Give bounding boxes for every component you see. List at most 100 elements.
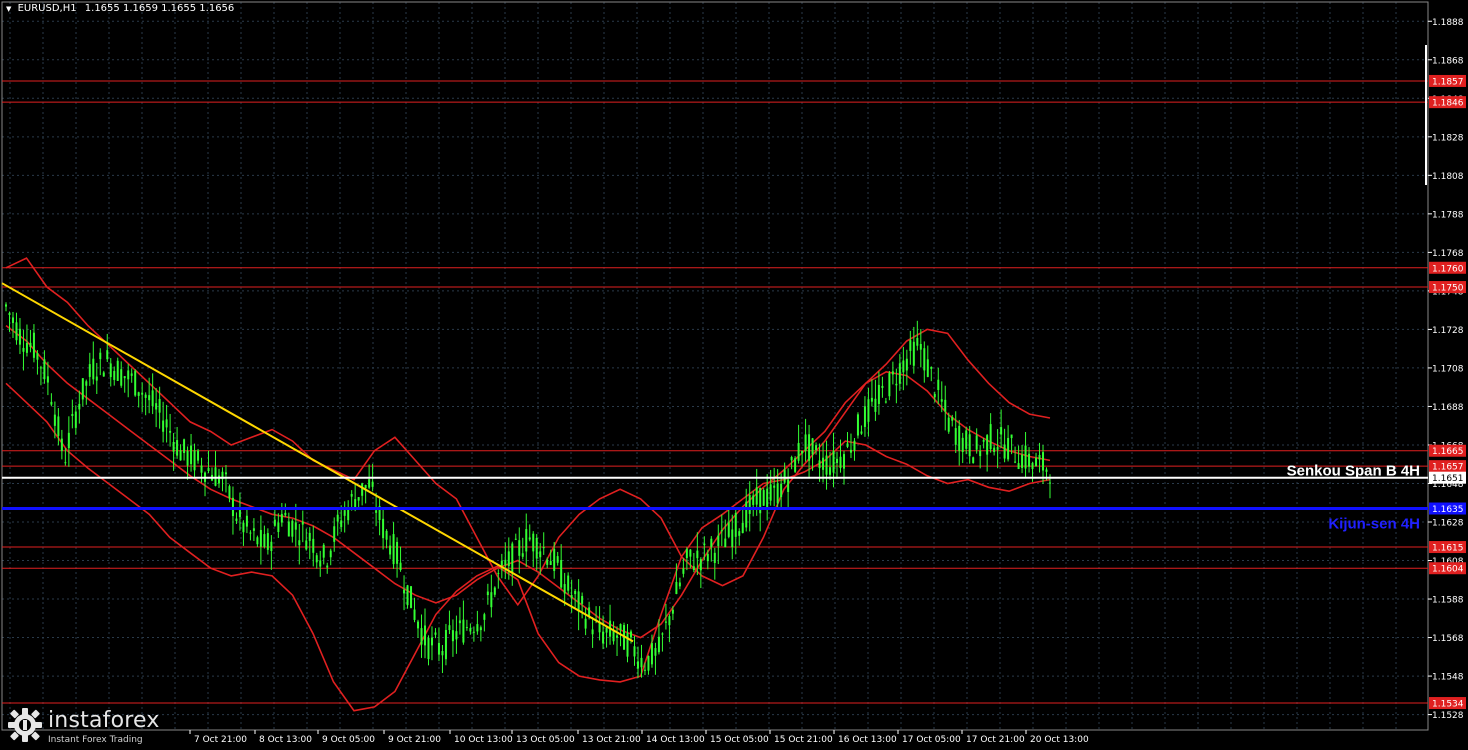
candle-body: [881, 385, 884, 388]
candle-body: [699, 559, 702, 571]
candle-body: [50, 401, 53, 405]
candle-body: [832, 450, 835, 473]
candle-body: [312, 538, 315, 553]
candle-body: [842, 454, 845, 469]
candle-body: [867, 399, 870, 422]
candle-body: [266, 533, 269, 550]
candle-body: [801, 450, 804, 454]
chart-grid: [1, 1, 1429, 731]
candle-body: [874, 398, 877, 412]
time-tick-label: 8 Oct 13:00: [259, 735, 312, 745]
candle-body: [909, 340, 912, 351]
candle-body: [570, 595, 573, 599]
candle-body: [919, 343, 922, 350]
candle-body: [713, 552, 716, 564]
candle-body: [403, 589, 406, 594]
candle-body: [444, 629, 447, 660]
candle-body: [965, 430, 968, 449]
candle-body: [490, 592, 493, 608]
time-tick-label: 9 Oct 21:00: [388, 735, 441, 745]
symbol-label: EURUSD,H1: [17, 3, 77, 14]
candle-body: [1000, 427, 1003, 435]
candle-body: [636, 661, 639, 669]
time-tick-label: 15 Oct 05:00: [710, 735, 769, 745]
candle-body: [811, 438, 814, 455]
candle-body: [176, 440, 179, 456]
candle-body: [633, 646, 636, 657]
candle-body: [88, 364, 91, 377]
candle-body: [280, 513, 283, 523]
candle-body: [972, 457, 975, 464]
candle-body: [263, 534, 266, 547]
candle-body: [933, 394, 936, 398]
time-tick-label: 13 Oct 21:00: [582, 735, 641, 745]
candle-body: [472, 631, 475, 633]
candle-body: [947, 417, 950, 432]
candle-body: [434, 632, 437, 635]
candle-body: [958, 425, 961, 451]
candle-body: [825, 455, 828, 475]
candle-body: [169, 430, 172, 433]
candle-body: [535, 537, 538, 559]
candle-body: [148, 395, 151, 401]
candle-body: [151, 390, 154, 407]
candle-body: [1038, 454, 1041, 460]
price-levels: [2, 80, 1428, 704]
candle-body: [340, 520, 343, 527]
candle-body: [95, 376, 98, 381]
candle-body: [664, 621, 667, 623]
candle-body: [979, 450, 982, 457]
gear-icon: [8, 708, 42, 742]
candle-body: [64, 462, 67, 464]
candle-body: [1003, 444, 1006, 459]
candle-body: [284, 512, 287, 516]
candle-body: [322, 544, 325, 558]
candle-body: [183, 439, 186, 454]
level-label: 1.1857: [1432, 77, 1464, 87]
candle-body: [982, 440, 985, 442]
candle-body: [231, 497, 234, 517]
candle-body: [277, 522, 280, 532]
triangle-down-icon[interactable]: ▼: [6, 5, 11, 13]
candle-body: [357, 497, 360, 501]
candle-body: [528, 537, 531, 540]
candle-body: [493, 587, 496, 595]
candle-body: [818, 460, 821, 469]
candle-body: [692, 566, 695, 571]
price-chart[interactable]: Senkou Span B 4H Kijun-sen 4H 1.1888 1.186…: [0, 0, 1468, 750]
price-tick-label: 1.1728: [1432, 326, 1464, 336]
time-axis[interactable]: 7 Oct 21:00 8 Oct 13:00 9 Oct 05:00 9 Oct 2…: [189, 730, 1089, 745]
level-label: 1.1750: [1432, 284, 1464, 294]
candle-body: [217, 475, 220, 484]
candle-body: [165, 419, 168, 428]
candle-body: [678, 582, 681, 587]
price-tick-label: 1.1548: [1432, 673, 1464, 683]
candle-body: [912, 341, 915, 366]
candle-body: [441, 651, 444, 656]
price-tick-label: 1.1768: [1432, 249, 1464, 259]
candle-body: [36, 353, 39, 360]
candle-body: [500, 560, 503, 566]
candle-body: [710, 538, 713, 548]
candle-body: [1031, 462, 1034, 470]
candle-body: [591, 629, 594, 635]
candle-body: [787, 479, 790, 492]
candle-body: [734, 512, 737, 537]
candle-body: [162, 420, 165, 432]
candle-body: [347, 508, 350, 521]
candle-body: [975, 435, 978, 450]
candle-body: [252, 528, 255, 531]
candle-body: [1049, 482, 1051, 484]
candle-body: [448, 625, 451, 631]
candle-body: [270, 541, 273, 552]
chart-header: ▼ EURUSD,H1 1.1655 1.1659 1.1655 1.1656: [6, 3, 234, 14]
candle-body: [242, 522, 245, 533]
candle-body: [989, 424, 992, 450]
level-label: 1.1846: [1432, 99, 1464, 109]
candle-body: [689, 549, 692, 557]
price-axis[interactable]: 1.18881.18681.18481.18281.18081.17881.17…: [1425, 18, 1466, 721]
candle-body: [294, 522, 297, 530]
level-label: 1.1534: [1432, 700, 1464, 710]
level-label: 1.1615: [1432, 544, 1464, 554]
candle-body: [15, 322, 18, 341]
